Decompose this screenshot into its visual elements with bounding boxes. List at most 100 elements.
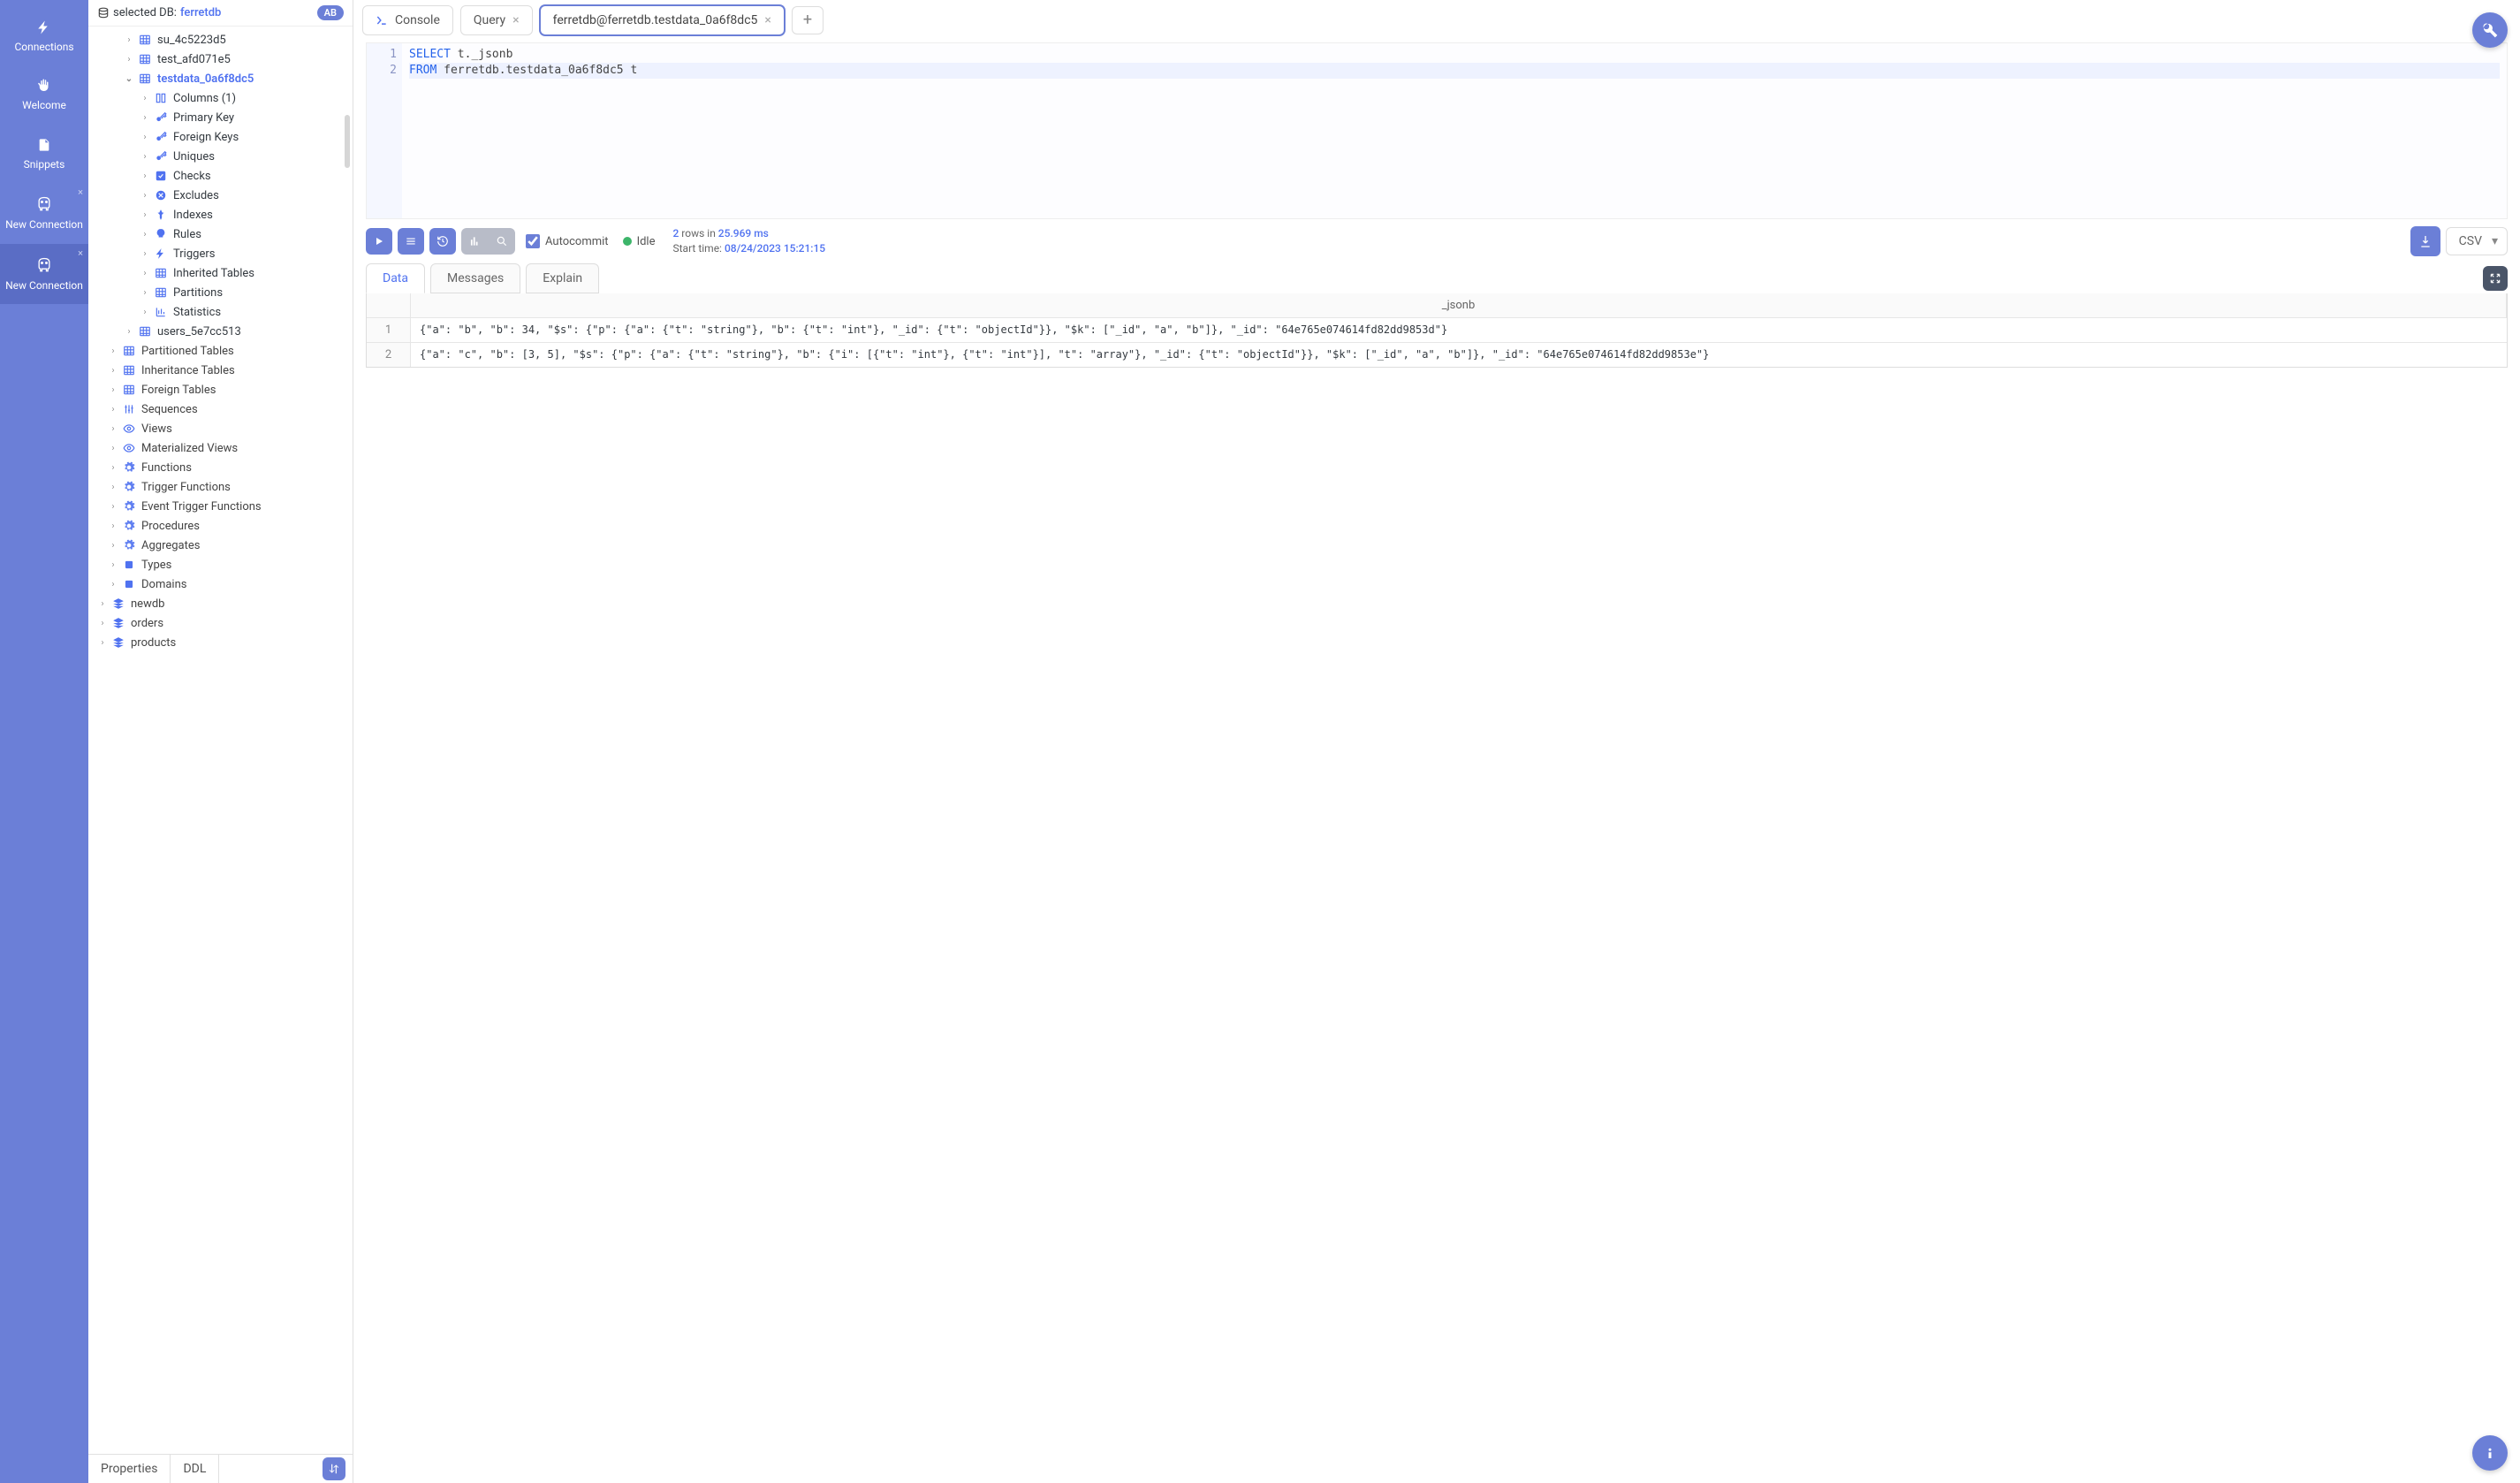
check-icon (154, 169, 168, 183)
result-grid[interactable]: _jsonb 1 {"a": "b", "b": 34, "$s": {"p":… (366, 293, 2508, 368)
database-icon (97, 7, 110, 19)
tree-table[interactable]: ›users_5e7cc513 (88, 322, 353, 341)
nav-welcome[interactable]: Welcome (0, 65, 88, 124)
tree-group[interactable]: ›Trigger Functions (88, 477, 353, 497)
list-button[interactable] (398, 228, 424, 255)
tree-database[interactable]: ›products (88, 633, 353, 652)
history-button[interactable] (429, 228, 456, 255)
tree-database[interactable]: ›newdb (88, 594, 353, 613)
tree-label: test_afd071e5 (157, 53, 231, 66)
tab-label: Query (474, 13, 505, 27)
chart-icon (154, 305, 168, 319)
tab-explain[interactable]: Explain (526, 263, 599, 293)
expand-button[interactable] (2483, 266, 2508, 291)
tab-query[interactable]: Query × (460, 5, 533, 35)
tree-indexes[interactable]: ›Indexes (88, 205, 353, 224)
tools-fab[interactable] (2472, 12, 2508, 48)
grid-cell[interactable]: {"a": "b", "b": 34, "$s": {"p": {"a": {"… (411, 318, 2507, 342)
tree-label: Domains (141, 578, 186, 591)
tree-group[interactable]: ›Domains (88, 574, 353, 594)
tree-group[interactable]: ›Inheritance Tables (88, 361, 353, 380)
group-icon (122, 383, 136, 397)
tree-label: Sequences (141, 403, 198, 416)
tree-group[interactable]: ›Views (88, 419, 353, 438)
tree-label: Foreign Tables (141, 384, 216, 397)
close-icon[interactable]: × (764, 13, 770, 27)
download-button[interactable] (2410, 226, 2440, 256)
nav-snippets[interactable]: Snippets (0, 125, 88, 183)
tree-group[interactable]: ›Procedures (88, 516, 353, 536)
add-tab-button[interactable]: + (792, 6, 824, 34)
main-panel: Console Query × ferretdb@ferretdb.testda… (353, 0, 2520, 1483)
close-icon[interactable]: × (78, 186, 83, 198)
tree-group[interactable]: ›Materialized Views (88, 438, 353, 458)
grid-cell[interactable]: {"a": "c", "b": [3, 5], "$s": {"p": {"a"… (411, 343, 2507, 367)
tab-properties[interactable]: Properties (88, 1455, 171, 1483)
tree-pk[interactable]: ›Primary Key (88, 108, 353, 127)
autocommit-input[interactable] (526, 234, 540, 248)
table-icon (138, 72, 152, 86)
nav-new-connection-2[interactable]: × New Connection (0, 244, 88, 304)
tree-fk[interactable]: ›Foreign Keys (88, 127, 353, 147)
tab-console[interactable]: Console (362, 5, 453, 35)
tree-columns[interactable]: ›Columns (1) (88, 88, 353, 108)
layers-icon (111, 597, 125, 611)
tree-statistics[interactable]: ›Statistics (88, 302, 353, 322)
tree-group[interactable]: ›Types (88, 555, 353, 574)
run-button[interactable] (366, 228, 392, 255)
ab-badge[interactable]: AB (317, 5, 344, 20)
tree-label: Types (141, 559, 171, 572)
group-icon (122, 402, 136, 416)
tree-group[interactable]: ›Aggregates (88, 536, 353, 555)
tree-table[interactable]: ›test_afd071e5 (88, 49, 353, 69)
tree-rules[interactable]: ›Rules (88, 224, 353, 244)
search-icon (489, 228, 515, 255)
tree-group[interactable]: ›Partitioned Tables (88, 341, 353, 361)
tree-table[interactable]: ›su_4c5223d5 (88, 30, 353, 49)
grid-row[interactable]: 1 {"a": "b", "b": 34, "$s": {"p": {"a": … (367, 318, 2507, 343)
bolt-icon (36, 19, 52, 35)
status-dot-icon (623, 237, 632, 246)
tree-uniques[interactable]: ›Uniques (88, 147, 353, 166)
nav-connections[interactable]: Connections (0, 7, 88, 65)
grid-row[interactable]: 2 {"a": "c", "b": [3, 5], "$s": {"p": {"… (367, 343, 2507, 367)
sql-editor[interactable]: 1 2 SELECT t._jsonb FROM ferretdb.testda… (366, 42, 2508, 219)
close-icon[interactable]: × (512, 13, 519, 27)
sort-button[interactable] (323, 1457, 345, 1480)
tree-label: Primary Key (173, 111, 234, 125)
primary-nav: Connections Welcome Snippets × New Conne… (0, 0, 88, 1483)
editor-gutter: 1 2 (367, 43, 402, 218)
tree-group[interactable]: ›Foreign Tables (88, 380, 353, 399)
tree-excludes[interactable]: ›Excludes (88, 186, 353, 205)
info-fab[interactable] (2472, 1435, 2508, 1471)
tree-group[interactable]: ›Sequences (88, 399, 353, 419)
tab-ddl[interactable]: DDL (171, 1455, 219, 1483)
scrollbar-thumb[interactable] (345, 115, 350, 168)
tree-triggers[interactable]: ›Triggers (88, 244, 353, 263)
tab-data[interactable]: Data (366, 263, 425, 293)
tab-messages[interactable]: Messages (430, 263, 520, 293)
tab-active-query[interactable]: ferretdb@ferretdb.testdata_0a6f8dc5 × (540, 5, 785, 35)
tree-label: orders (131, 617, 163, 630)
nav-new-connection-1[interactable]: × New Connection (0, 183, 88, 243)
editor-code[interactable]: SELECT t._jsonb FROM ferretdb.testdata_0… (402, 43, 2507, 218)
tree-group[interactable]: ›Functions (88, 458, 353, 477)
table-icon (138, 52, 152, 66)
tree-inherited[interactable]: ›Inherited Tables (88, 263, 353, 283)
autocommit-checkbox[interactable]: Autocommit (526, 234, 609, 248)
close-icon[interactable]: × (78, 247, 83, 259)
tree-table-active[interactable]: ⌄testdata_0a6f8dc5 (88, 69, 353, 88)
nav-label: New Connection (5, 218, 83, 231)
tree-database[interactable]: ›orders (88, 613, 353, 633)
tree-checks[interactable]: ›Checks (88, 166, 353, 186)
table-icon (154, 285, 168, 300)
result-tabs: Data Messages Explain (353, 263, 2520, 293)
tree-label: Indexes (173, 209, 213, 222)
format-select[interactable]: CSV (2446, 227, 2508, 255)
object-tree[interactable]: ›su_4c5223d5 ›test_afd071e5 ⌄testdata_0a… (88, 27, 353, 1454)
grid-column-header[interactable]: _jsonb (411, 293, 2507, 317)
group-icon (122, 519, 136, 533)
tree-group[interactable]: ›Event Trigger Functions (88, 497, 353, 516)
tree-partitions[interactable]: ›Partitions (88, 283, 353, 302)
disabled-actions (461, 228, 515, 255)
